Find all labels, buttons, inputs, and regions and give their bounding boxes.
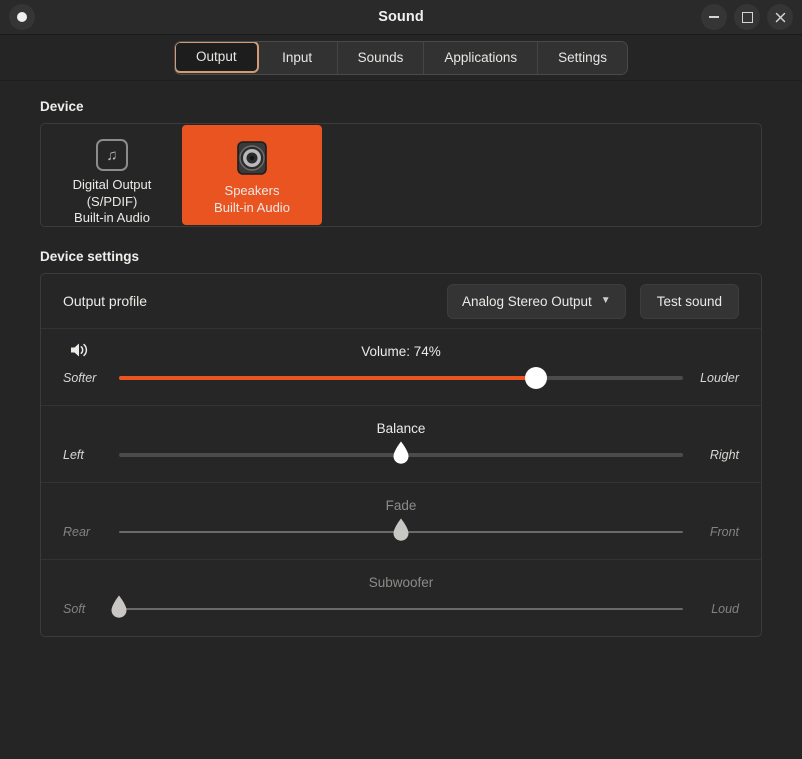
fade-header: Fade [63, 493, 739, 517]
subwoofer-right-label: Loud [711, 602, 739, 616]
chevron-down-icon: ▼ [600, 295, 611, 306]
subwoofer-header: Subwoofer [63, 570, 739, 594]
fade-slider-body: Rear Front [63, 517, 739, 547]
output-profile-row: Output profile Analog Stereo Output ▼ Te… [41, 274, 761, 329]
balance-handle[interactable] [391, 441, 412, 466]
output-profile-dropdown[interactable]: Analog Stereo Output ▼ [446, 283, 626, 319]
tab-applications-label: Applications [444, 50, 518, 65]
record-dot-icon [17, 12, 27, 22]
tab-sounds[interactable]: Sounds [337, 41, 425, 74]
balance-slider[interactable] [119, 440, 683, 470]
device-card-title: Digital Output (S/PDIF) [72, 177, 152, 209]
balance-slider-body: Left Right [63, 440, 739, 470]
device-icon-slot [235, 139, 269, 177]
balance-header: Balance [63, 416, 739, 440]
teardrop-handle-icon [393, 518, 409, 541]
volume-handle[interactable] [525, 367, 548, 389]
window-menu-button[interactable] [9, 4, 35, 30]
test-sound-label: Test sound [656, 293, 722, 309]
fade-left-label: Rear [63, 525, 91, 539]
volume-header: Volume: 74% [63, 339, 739, 363]
volume-right-label: Louder [700, 371, 739, 385]
teardrop-handle-icon [393, 441, 409, 464]
subwoofer-handle[interactable] [109, 595, 130, 620]
volume-fill [119, 376, 537, 380]
balance-row: Balance Left Right [41, 406, 761, 483]
volume-left-label: Softer [63, 371, 97, 385]
volume-row: Volume: 74% Softer Louder [41, 329, 761, 406]
close-button[interactable] [767, 4, 793, 30]
volume-icon [71, 343, 88, 357]
subwoofer-title: Subwoofer [368, 574, 434, 590]
output-panel: Device ♫ Digital Output (S/PDIF) Built-i… [0, 81, 802, 637]
title-bar: Sound [0, 0, 802, 35]
tab-bar-container: Output Input Sounds Applications Setting… [0, 35, 802, 81]
balance-left-label: Left [63, 448, 84, 462]
fade-slider[interactable] [119, 517, 683, 547]
subwoofer-slider[interactable] [111, 594, 683, 624]
balance-title: Balance [376, 420, 426, 436]
tab-applications[interactable]: Applications [424, 41, 539, 74]
tab-input[interactable]: Input [257, 41, 338, 74]
output-profile-label: Output profile [63, 293, 148, 309]
teardrop-handle-icon [111, 595, 127, 618]
device-settings-heading: Device settings [40, 249, 140, 264]
volume-slider-body: Softer Louder [63, 363, 739, 393]
minimize-icon [709, 16, 719, 18]
tab-sounds-label: Sounds [357, 50, 404, 65]
minimize-button[interactable] [701, 4, 727, 30]
fade-right-label: Front [709, 525, 739, 539]
tab-input-label: Input [282, 50, 313, 65]
device-card-digital-output[interactable]: ♫ Digital Output (S/PDIF) Built-in Audio [42, 125, 182, 225]
device-heading: Device [40, 99, 84, 114]
maximize-icon [741, 11, 753, 23]
device-list: ♫ Digital Output (S/PDIF) Built-in Audio… [40, 123, 762, 227]
subwoofer-track [119, 608, 683, 610]
device-card-subtitle: Built-in Audio [214, 199, 290, 215]
volume-slider[interactable] [119, 363, 683, 393]
close-icon [775, 12, 785, 22]
output-profile-value: Analog Stereo Output [461, 293, 592, 309]
tab-settings[interactable]: Settings [538, 41, 627, 74]
output-profile-controls: Analog Stereo Output ▼ Test sound [446, 283, 739, 319]
window-controls [701, 4, 793, 30]
test-sound-button[interactable]: Test sound [639, 283, 739, 319]
device-card-subtitle: Built-in Audio [74, 210, 150, 225]
subwoofer-left-label: Soft [63, 602, 86, 616]
subwoofer-row: Subwoofer Soft Loud [41, 560, 761, 636]
fade-handle[interactable] [391, 518, 412, 543]
fade-title: Fade [385, 497, 417, 513]
volume-title: Volume: 74% [361, 343, 441, 359]
fade-row: Fade Rear Front [41, 483, 761, 560]
speaker-icon [237, 141, 267, 175]
device-icon-slot: ♫ [96, 139, 128, 171]
maximize-button[interactable] [734, 4, 760, 30]
music-note-icon: ♫ [96, 139, 128, 171]
tab-bar: Output Input Sounds Applications Setting… [174, 40, 628, 75]
device-card-title: Speakers [224, 183, 280, 198]
device-settings-panel: Output profile Analog Stereo Output ▼ Te… [40, 273, 762, 637]
tab-output[interactable]: Output [175, 41, 259, 73]
balance-right-label: Right [709, 448, 739, 462]
window-title: Sound [378, 9, 424, 25]
tab-output-label: Output [196, 49, 237, 64]
tab-settings-label: Settings [558, 50, 607, 65]
subwoofer-slider-body: Soft Loud [63, 594, 739, 624]
device-card-speakers[interactable]: Speakers Built-in Audio [182, 125, 322, 225]
